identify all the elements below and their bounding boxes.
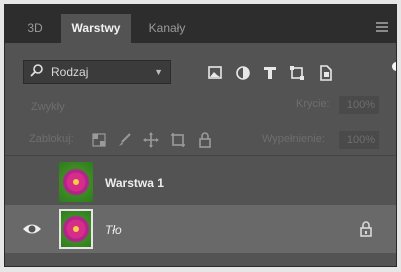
lock-label: Zablokuj: <box>29 133 74 145</box>
filter-kind-select[interactable]: Rodzaj ▼ <box>23 60 171 84</box>
fill-label: Wypełnienie: <box>262 133 325 145</box>
type-filter-icon[interactable] <box>261 64 279 82</box>
chevron-down-icon: ▼ <box>154 67 163 77</box>
shape-filter-icon[interactable] <box>288 64 306 82</box>
layer-name[interactable]: Warstwa 1 <box>105 176 164 190</box>
filter-kind-label: Rodzaj <box>51 65 89 79</box>
opacity-label: Krycie: <box>296 98 330 110</box>
opacity-field[interactable]: 100% <box>339 96 379 114</box>
tab-channels[interactable]: Kanały <box>137 14 197 43</box>
layers-panel: 3D Warstwy Kanały Rodzaj ▼ Zwykły Krycie… <box>4 4 397 267</box>
layer-name[interactable]: Tło <box>105 223 122 237</box>
lock-paint-icon[interactable] <box>116 131 134 149</box>
blend-mode-select[interactable]: Zwykły <box>23 96 168 118</box>
visibility-toggle[interactable] <box>19 168 45 198</box>
lock-all-icon[interactable] <box>196 131 214 149</box>
tab-3d[interactable]: 3D <box>13 14 57 43</box>
search-icon <box>30 61 44 88</box>
layer-row[interactable]: Warstwa 1 <box>5 158 396 206</box>
lock-position-icon[interactable] <box>142 131 160 149</box>
layer-row-selected[interactable]: Tło <box>5 205 396 253</box>
tab-layers[interactable]: Warstwy <box>61 14 131 43</box>
lock-icon[interactable] <box>358 220 374 238</box>
fill-field[interactable]: 100% <box>339 131 379 149</box>
layer-thumbnail <box>59 162 93 202</box>
panel-menu-icon[interactable] <box>376 22 388 34</box>
smart-object-filter-icon[interactable] <box>316 64 334 82</box>
layer-thumbnail <box>59 209 93 249</box>
divider <box>5 155 396 156</box>
tab-bar: 3D Warstwy Kanały <box>5 5 396 43</box>
image-filter-icon[interactable] <box>206 64 224 82</box>
eye-icon[interactable] <box>19 214 45 244</box>
adjustment-filter-icon[interactable] <box>234 64 252 82</box>
lock-transparent-icon[interactable] <box>90 131 108 149</box>
lock-artboard-icon[interactable] <box>169 131 187 149</box>
filter-toggle-icon[interactable] <box>392 62 396 71</box>
panel-footer <box>5 257 396 266</box>
